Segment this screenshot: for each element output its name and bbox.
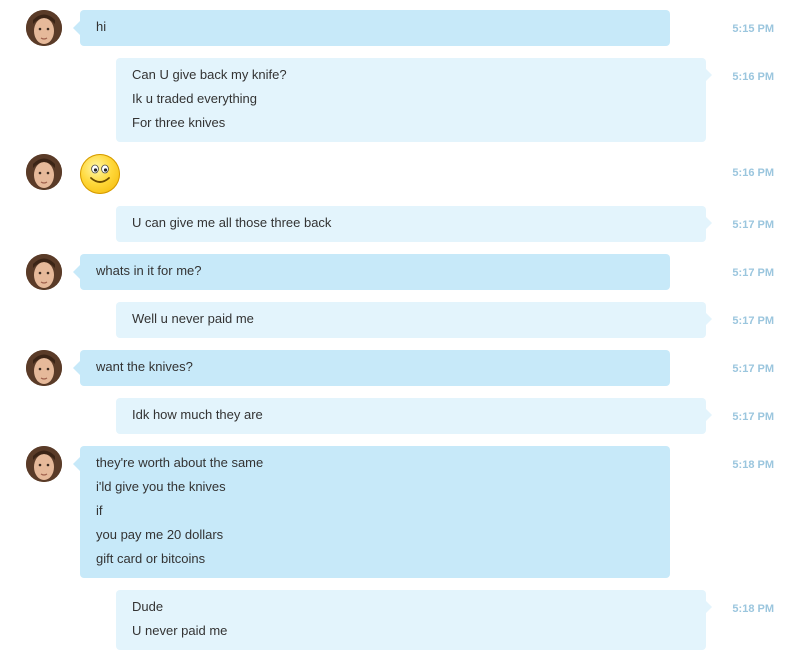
message-text: want the knives? — [96, 359, 193, 374]
message-text: i'ld give you the knives — [96, 479, 226, 494]
message-text: they're worth about the same — [96, 455, 264, 470]
message-bubble[interactable]: U can give me all those three back — [116, 206, 712, 242]
avatar[interactable] — [26, 446, 62, 482]
message-text: Idk how much they are — [132, 407, 263, 422]
message-text: Dude — [132, 599, 164, 614]
message-bubble[interactable]: they're worth about the same i'ld give y… — [73, 446, 670, 578]
smile-icon — [80, 154, 120, 194]
message-bubble[interactable]: Dude U never paid me — [116, 590, 712, 650]
timestamp: 5:17 PM — [732, 267, 774, 279]
avatar[interactable] — [26, 350, 62, 386]
timestamp: 5:16 PM — [732, 71, 774, 83]
message-text: Well u never paid me — [132, 311, 254, 326]
avatar[interactable] — [26, 254, 62, 290]
message-text: you pay me 20 dollars — [96, 527, 224, 542]
message-text: U can give me all those three back — [132, 215, 332, 230]
message-text: whats in it for me? — [96, 263, 202, 278]
message-bubble[interactable]: Can U give back my knife? Ik u traded ev… — [116, 58, 712, 142]
message-bubble[interactable]: want the knives? — [73, 350, 670, 386]
timestamp: 5:17 PM — [732, 315, 774, 327]
message-bubble[interactable]: hi — [73, 10, 670, 46]
timestamp: 5:18 PM — [732, 603, 774, 615]
message-text: For three knives — [132, 115, 226, 130]
message-bubble[interactable]: Well u never paid me — [116, 302, 712, 338]
timestamp: 5:17 PM — [732, 363, 774, 375]
timestamp: 5:17 PM — [732, 219, 774, 231]
message-text: gift card or bitcoins — [96, 551, 206, 566]
message-text: U never paid me — [132, 623, 228, 638]
message-text: if — [96, 503, 103, 518]
timestamp: 5:16 PM — [732, 167, 774, 179]
avatar[interactable] — [26, 10, 62, 46]
timestamp: 5:18 PM — [732, 459, 774, 471]
message-text: hi — [96, 19, 107, 34]
message-bubble[interactable]: Idk how much they are — [116, 398, 712, 434]
message-bubble[interactable]: whats in it for me? — [73, 254, 670, 290]
avatar[interactable] — [26, 154, 62, 190]
timestamp: 5:15 PM — [732, 23, 774, 35]
message-text: Ik u traded everything — [132, 91, 258, 106]
timestamp: 5:17 PM — [732, 411, 774, 423]
message-text: Can U give back my knife? — [132, 67, 287, 82]
